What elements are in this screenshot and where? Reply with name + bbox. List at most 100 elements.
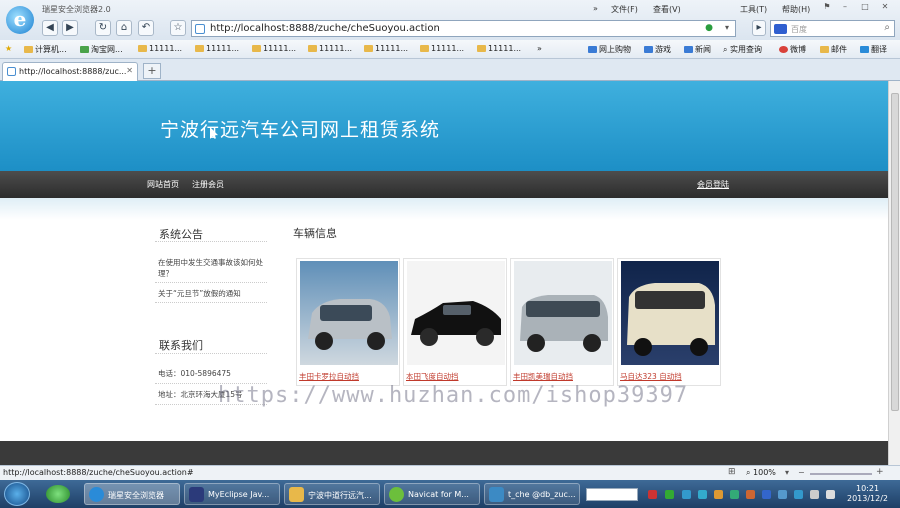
eclipse-icon: [189, 487, 204, 502]
tray-icon[interactable]: [648, 490, 657, 499]
taskbar-item[interactable]: 瑞星安全浏览器: [84, 483, 180, 505]
shield-icon[interactable]: [794, 490, 803, 499]
fav-icon: [644, 46, 653, 53]
notice-item[interactable]: 关于“元旦节”放假的通知: [158, 288, 268, 299]
baidu-icon: [774, 24, 787, 34]
tray-icon[interactable]: [698, 490, 707, 499]
network-icon[interactable]: [810, 490, 819, 499]
contact-heading: 联系我们: [159, 339, 203, 352]
tray-icon[interactable]: [746, 490, 755, 499]
car-name-link[interactable]: 马自达323 自动挡: [620, 371, 682, 382]
menu-help[interactable]: 帮助(H): [782, 4, 810, 15]
tray-icon[interactable]: [730, 490, 739, 499]
car-name-link[interactable]: 本田飞度自动挡: [406, 371, 459, 382]
fav-more-icon[interactable]: »: [537, 44, 542, 53]
undo-button[interactable]: ↶: [138, 20, 154, 36]
fav-item[interactable]: 淘宝网...: [80, 44, 123, 55]
car-card[interactable]: 丰田凯美瑞自动挡: [510, 258, 614, 386]
car-photo[interactable]: [621, 261, 719, 365]
fav-folder[interactable]: 11111...: [252, 44, 296, 53]
fav-folder[interactable]: 11111...: [420, 44, 464, 53]
zoom-slider[interactable]: [810, 473, 872, 475]
search-box[interactable]: 百度 ⌕: [770, 20, 895, 37]
scrollbar-thumb[interactable]: [891, 93, 899, 411]
forward-button[interactable]: ▶: [62, 20, 78, 36]
fav-query[interactable]: ⌕ 实用查询: [723, 44, 762, 55]
taskbar-item[interactable]: 宁波中道行远汽...: [284, 483, 380, 505]
favorites-star-icon[interactable]: ★: [5, 44, 12, 53]
fav-folder[interactable]: 11111...: [138, 44, 182, 53]
go-button[interactable]: ▸: [752, 20, 766, 36]
fav-translate[interactable]: 翻译: [860, 44, 887, 55]
nav-register[interactable]: 注册会员: [192, 179, 224, 190]
menu-file[interactable]: 文件(F): [611, 4, 638, 15]
folder-icon: [820, 46, 829, 53]
fav-icon: [24, 46, 33, 53]
pinned-app-icon[interactable]: [46, 485, 70, 503]
dropdown-chevron-icon[interactable]: ▾: [725, 23, 729, 32]
tray-icon[interactable]: [682, 490, 691, 499]
tab-active[interactable]: http://localhost:8888/zuc... ✕: [2, 62, 138, 81]
tray-icon[interactable]: [762, 490, 771, 499]
fav-mail[interactable]: 邮件: [820, 44, 847, 55]
new-tab-button[interactable]: +: [143, 63, 161, 79]
tray-icon[interactable]: [778, 490, 787, 499]
site-header: 宁波行远汽车公司网上租赁系统: [0, 81, 888, 171]
nav-home[interactable]: 网站首页: [147, 179, 179, 190]
taskbar-item[interactable]: Navicat for M...: [384, 483, 480, 505]
zoom-in-button[interactable]: +: [876, 467, 884, 477]
home-button[interactable]: ⌂: [116, 20, 132, 36]
fav-news[interactable]: 新闻: [684, 44, 711, 55]
menu-chevron-icon[interactable]: »: [593, 4, 598, 13]
nav-login[interactable]: 会员登陆: [697, 179, 729, 190]
car-name-link[interactable]: 丰田卡罗拉自动挡: [299, 371, 359, 382]
taskbar-input[interactable]: [586, 488, 638, 501]
car-photo[interactable]: [407, 261, 505, 365]
fav-item[interactable]: 计算机...: [24, 44, 67, 55]
car-name-link[interactable]: 丰田凯美瑞自动挡: [513, 371, 573, 382]
menu-tools[interactable]: 工具(T): [740, 4, 767, 15]
tray-icon[interactable]: [714, 490, 723, 499]
favorite-star-button[interactable]: ☆: [170, 20, 186, 36]
search-icon[interactable]: ⌕: [884, 22, 890, 33]
vertical-scrollbar[interactable]: [888, 81, 900, 465]
taskbar-item[interactable]: MyEclipse Jav...: [184, 483, 280, 505]
car-card[interactable]: 马自达323 自动挡: [617, 258, 721, 386]
browser-app-name: 瑞星安全浏览器2.0: [42, 5, 111, 14]
zoom-level[interactable]: ⌕ 100%: [746, 468, 776, 478]
volume-icon[interactable]: [826, 490, 835, 499]
tab-close-icon[interactable]: ✕: [126, 66, 133, 75]
address-url[interactable]: http://localhost:8888/zuche/cheSuoyou.ac…: [210, 23, 440, 34]
car-photo[interactable]: [514, 261, 612, 365]
fav-folder[interactable]: 11111...: [477, 44, 521, 53]
clock[interactable]: 10:21 2013/12/2: [847, 484, 888, 504]
folder-icon: [289, 487, 304, 502]
tray-icon[interactable]: [665, 490, 674, 499]
fav-folder[interactable]: 11111...: [308, 44, 352, 53]
car-card[interactable]: 本田飞度自动挡: [403, 258, 507, 386]
fav-folder[interactable]: 11111...: [364, 44, 408, 53]
tab-title[interactable]: http://localhost:8888/zuc...: [19, 67, 126, 76]
close-button[interactable]: ✕: [878, 2, 892, 12]
notice-item[interactable]: 在使用中发生交通事故该如何处理？: [158, 257, 268, 279]
menu-view[interactable]: 查看(V): [653, 4, 681, 15]
back-button[interactable]: ◀: [42, 20, 58, 36]
start-button[interactable]: [4, 482, 30, 506]
search-placeholder[interactable]: 百度: [791, 24, 807, 35]
fav-games[interactable]: 游戏: [644, 44, 671, 55]
split-icon[interactable]: ⊞: [728, 467, 736, 477]
fav-weibo[interactable]: 微博: [779, 44, 806, 55]
car-card[interactable]: 丰田卡罗拉自动挡: [296, 258, 400, 386]
shirt-icon[interactable]: ⚑: [820, 2, 834, 12]
fav-folder[interactable]: 11111...: [195, 44, 239, 53]
taskbar-item[interactable]: t_che @db_zuc...: [484, 483, 580, 505]
zoom-dropdown-icon[interactable]: ▾: [785, 468, 789, 477]
refresh-button[interactable]: ↻: [95, 20, 111, 36]
address-bar[interactable]: http://localhost:8888/zuche/cheSuoyou.ac…: [191, 20, 736, 37]
maximize-button[interactable]: □: [858, 2, 872, 12]
minimize-button[interactable]: –: [838, 2, 852, 12]
folder-icon: [195, 45, 204, 52]
fav-shopping[interactable]: 网上购物: [588, 44, 631, 55]
car-photo[interactable]: [300, 261, 398, 365]
zoom-out-button[interactable]: −: [798, 468, 805, 477]
